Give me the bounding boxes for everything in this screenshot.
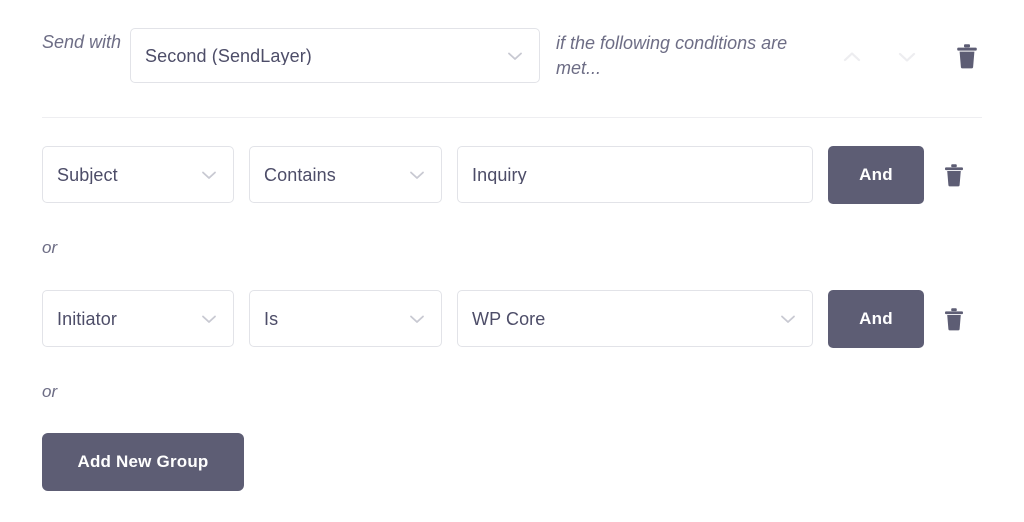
chevron-up-icon: [839, 44, 865, 70]
condition-logic-button[interactable]: And: [828, 290, 924, 348]
condition-row: Initiator Is WP Core And: [0, 290, 1024, 350]
chevron-down-icon: [199, 165, 219, 185]
condition-operator-select[interactable]: Is: [249, 290, 442, 347]
chevron-down-icon: [894, 44, 920, 70]
condition-logic-button[interactable]: And: [828, 146, 924, 204]
condition-value-select[interactable]: WP Core: [457, 290, 813, 347]
trash-icon: [943, 163, 965, 188]
chevron-down-icon: [407, 165, 427, 185]
trash-icon: [943, 307, 965, 332]
condition-value-text: Inquiry: [472, 165, 527, 184]
condition-separator: or: [42, 382, 58, 401]
provider-select-value: Second (SendLayer): [145, 46, 312, 65]
condition-subject-select[interactable]: Subject: [42, 146, 234, 203]
move-down-button[interactable]: [890, 40, 924, 74]
condition-operator-value: Is: [264, 309, 279, 328]
condition-subject-value: Subject: [57, 165, 118, 184]
move-up-button[interactable]: [835, 40, 869, 74]
send-with-label: Send with: [42, 32, 122, 52]
condition-operator-value: Contains: [264, 165, 336, 184]
condition-value-input[interactable]: Inquiry: [457, 146, 813, 203]
condition-value-text: WP Core: [472, 309, 546, 328]
condition-row: Subject Contains Inquiry And: [0, 146, 1024, 206]
chevron-down-icon: [199, 309, 219, 329]
chevron-down-icon: [505, 46, 525, 66]
condition-separator: or: [42, 238, 58, 257]
section-divider: [42, 117, 982, 118]
chevron-down-icon: [778, 309, 798, 329]
provider-select[interactable]: Second (SendLayer): [130, 28, 540, 83]
delete-condition-button[interactable]: [941, 304, 967, 334]
condition-subject-select[interactable]: Initiator: [42, 290, 234, 347]
delete-rule-button[interactable]: [954, 41, 980, 71]
trash-icon: [955, 43, 979, 70]
add-new-group-button[interactable]: Add New Group: [42, 433, 244, 491]
conditions-note: if the following conditions are met...: [556, 33, 788, 78]
delete-condition-button[interactable]: [941, 160, 967, 190]
chevron-down-icon: [407, 309, 427, 329]
condition-operator-select[interactable]: Contains: [249, 146, 442, 203]
condition-subject-value: Initiator: [57, 309, 117, 328]
